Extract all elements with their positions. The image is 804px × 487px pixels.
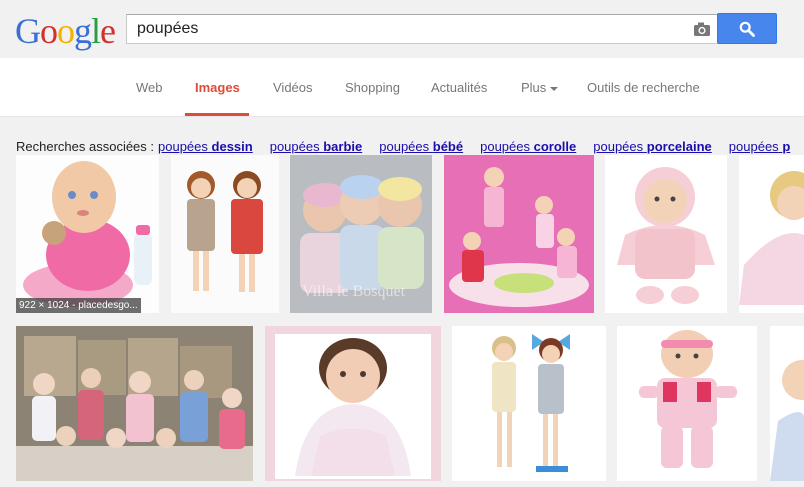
doll-image [739, 155, 804, 313]
doll-image [16, 326, 253, 481]
doll-image [452, 326, 606, 481]
related-searches: Recherches associées : poupées dessin poup… [16, 139, 790, 154]
doll-image [770, 326, 804, 481]
header: Google [0, 0, 804, 58]
tab-plus[interactable]: Plus [521, 80, 559, 95]
search-button[interactable] [717, 13, 777, 44]
related-link[interactable]: poupées dessin [158, 139, 253, 154]
image-result[interactable]: Villa le Bosquet [290, 155, 432, 313]
logo-letter: o [57, 11, 75, 51]
caret-down-icon [550, 86, 559, 91]
tab-web[interactable]: Web [136, 80, 163, 95]
image-result[interactable] [16, 326, 253, 481]
google-logo[interactable]: Google [15, 11, 116, 51]
logo-letter: e [100, 11, 116, 51]
logo-letter: l [91, 11, 101, 51]
image-result[interactable] [452, 326, 606, 481]
related-link[interactable]: poupées corolle [480, 139, 576, 154]
doll-image [617, 326, 757, 481]
tab-shopping[interactable]: Shopping [345, 80, 400, 95]
image-result[interactable] [739, 155, 804, 313]
search-box [126, 14, 718, 44]
image-result[interactable] [605, 155, 727, 313]
doll-image [605, 155, 727, 313]
related-link[interactable]: poupées bébé [379, 139, 463, 154]
search-nav: Web Images Vidéos Shopping Actualités Pl… [0, 58, 804, 117]
tab-videos[interactable]: Vidéos [273, 80, 313, 95]
doll-image [171, 155, 279, 313]
image-result[interactable] [770, 326, 804, 481]
search-icon [739, 21, 755, 37]
doll-image [16, 155, 159, 313]
tab-images[interactable]: Images [195, 80, 240, 95]
image-result[interactable] [171, 155, 279, 313]
doll-image [265, 326, 441, 481]
related-link[interactable]: poupées p [729, 139, 790, 154]
doll-image [444, 155, 594, 313]
image-result[interactable] [265, 326, 441, 481]
camera-icon[interactable] [693, 21, 711, 37]
tab-search-tools[interactable]: Outils de recherche [587, 80, 700, 95]
logo-letter: g [74, 11, 92, 51]
image-dimensions: 922 × 1024 - placedesgo... [16, 298, 141, 313]
image-result[interactable]: 922 × 1024 - placedesgo... [16, 155, 159, 313]
search-input[interactable] [137, 19, 677, 39]
image-result[interactable] [617, 326, 757, 481]
image-result[interactable] [444, 155, 594, 313]
related-link[interactable]: poupées barbie [270, 139, 363, 154]
related-link[interactable]: poupées porcelaine [593, 139, 712, 154]
logo-letter: o [40, 11, 58, 51]
logo-letter: G [15, 11, 41, 51]
image-watermark: Villa le Bosquet [302, 283, 406, 300]
tab-actualites[interactable]: Actualités [431, 80, 487, 95]
active-tab-indicator [185, 113, 249, 116]
tab-plus-label: Plus [521, 80, 547, 95]
related-label: Recherches associées : [16, 139, 155, 154]
